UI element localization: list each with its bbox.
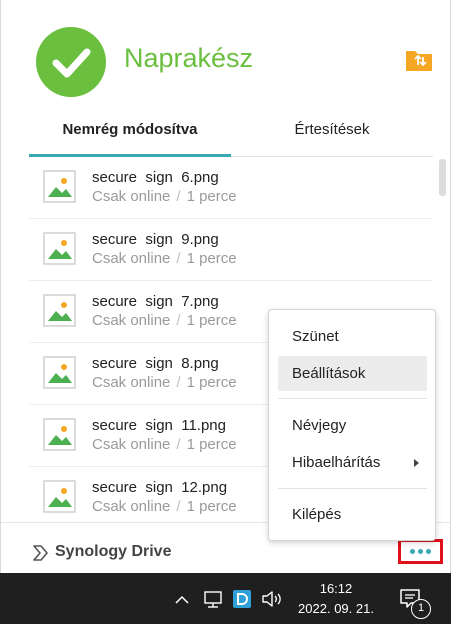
file-time: 1 perce (186, 374, 237, 391)
file-name: secure sign 6.png (92, 169, 219, 186)
image-file-icon (43, 170, 76, 203)
taskbar-date[interactable]: 2022. 09. 21. (286, 601, 386, 616)
file-status: Csak online (92, 374, 171, 391)
menu-item-about[interactable]: Névjegy (278, 408, 427, 443)
context-menu: Szünet Beállítások Névjegy Hibaelhárítás… (268, 309, 436, 541)
file-status: Csak online (92, 188, 171, 205)
image-file-icon (43, 356, 76, 389)
file-time: 1 perce (186, 250, 237, 267)
menu-item-troubleshooting-label: Hibaelhárítás (292, 454, 381, 471)
status-title: Naprakész (124, 43, 254, 73)
file-meta: Csak online/1 perce (92, 250, 237, 267)
file-time: 1 perce (186, 436, 237, 453)
more-options-button[interactable] (398, 539, 443, 564)
speaker-icon[interactable] (260, 588, 284, 610)
file-meta: Csak online/1 perce (92, 312, 237, 329)
file-meta: Csak online/1 perce (92, 374, 237, 391)
check-circle-icon (36, 27, 106, 97)
submenu-arrow-icon (414, 459, 419, 467)
tab-recently-modified[interactable]: Nemrég módosítva (29, 121, 231, 157)
menu-item-exit[interactable]: Kilépés (278, 497, 427, 532)
file-status: Csak online (92, 250, 171, 267)
image-file-icon (43, 294, 76, 327)
file-time: 1 perce (186, 312, 237, 329)
list-item[interactable]: secure sign 6.png Csak online/1 perce (29, 157, 433, 219)
image-file-icon (43, 480, 76, 513)
file-name: secure sign 11.png (92, 417, 226, 434)
menu-item-pause[interactable]: Szünet (278, 319, 427, 354)
file-name: secure sign 12.png (92, 479, 228, 496)
file-status: Csak online (92, 498, 171, 515)
menu-item-settings[interactable]: Beállítások (278, 356, 427, 391)
file-name: secure sign 9.png (92, 231, 219, 248)
file-name: secure sign 8.png (92, 355, 219, 372)
list-item[interactable]: secure sign 9.png Csak online/1 perce (29, 219, 433, 281)
more-dots-icon (410, 549, 415, 554)
file-meta: Csak online/1 perce (92, 188, 237, 205)
synology-drive-tray-icon[interactable] (233, 588, 251, 610)
notification-count-badge: 1 (411, 599, 431, 619)
brand-name: Synology Drive (55, 543, 172, 560)
folder-sync-icon[interactable] (405, 48, 433, 72)
file-meta: Csak online/1 perce (92, 436, 237, 453)
tab-notifications[interactable]: Értesítések (231, 121, 433, 157)
windows-taskbar: 16:12 2022. 09. 21. 1 (0, 573, 451, 624)
file-name: secure sign 7.png (92, 293, 219, 310)
network-icon[interactable] (202, 588, 224, 610)
menu-separator (278, 488, 427, 489)
file-meta: Csak online/1 perce (92, 498, 237, 515)
file-time: 1 perce (186, 188, 237, 205)
file-time: 1 perce (186, 498, 237, 515)
file-status: Csak online (92, 436, 171, 453)
menu-separator (278, 398, 427, 399)
file-status: Csak online (92, 312, 171, 329)
synology-drive-logo-icon (33, 545, 48, 561)
taskbar-time[interactable]: 16:12 (296, 581, 376, 596)
image-file-icon (43, 232, 76, 265)
image-file-icon (43, 418, 76, 451)
scrollbar-thumb[interactable] (439, 159, 446, 196)
chevron-up-icon[interactable] (174, 588, 190, 610)
menu-item-troubleshooting[interactable]: Hibaelhárítás (278, 445, 427, 480)
list-scrollbar[interactable] (439, 157, 446, 522)
